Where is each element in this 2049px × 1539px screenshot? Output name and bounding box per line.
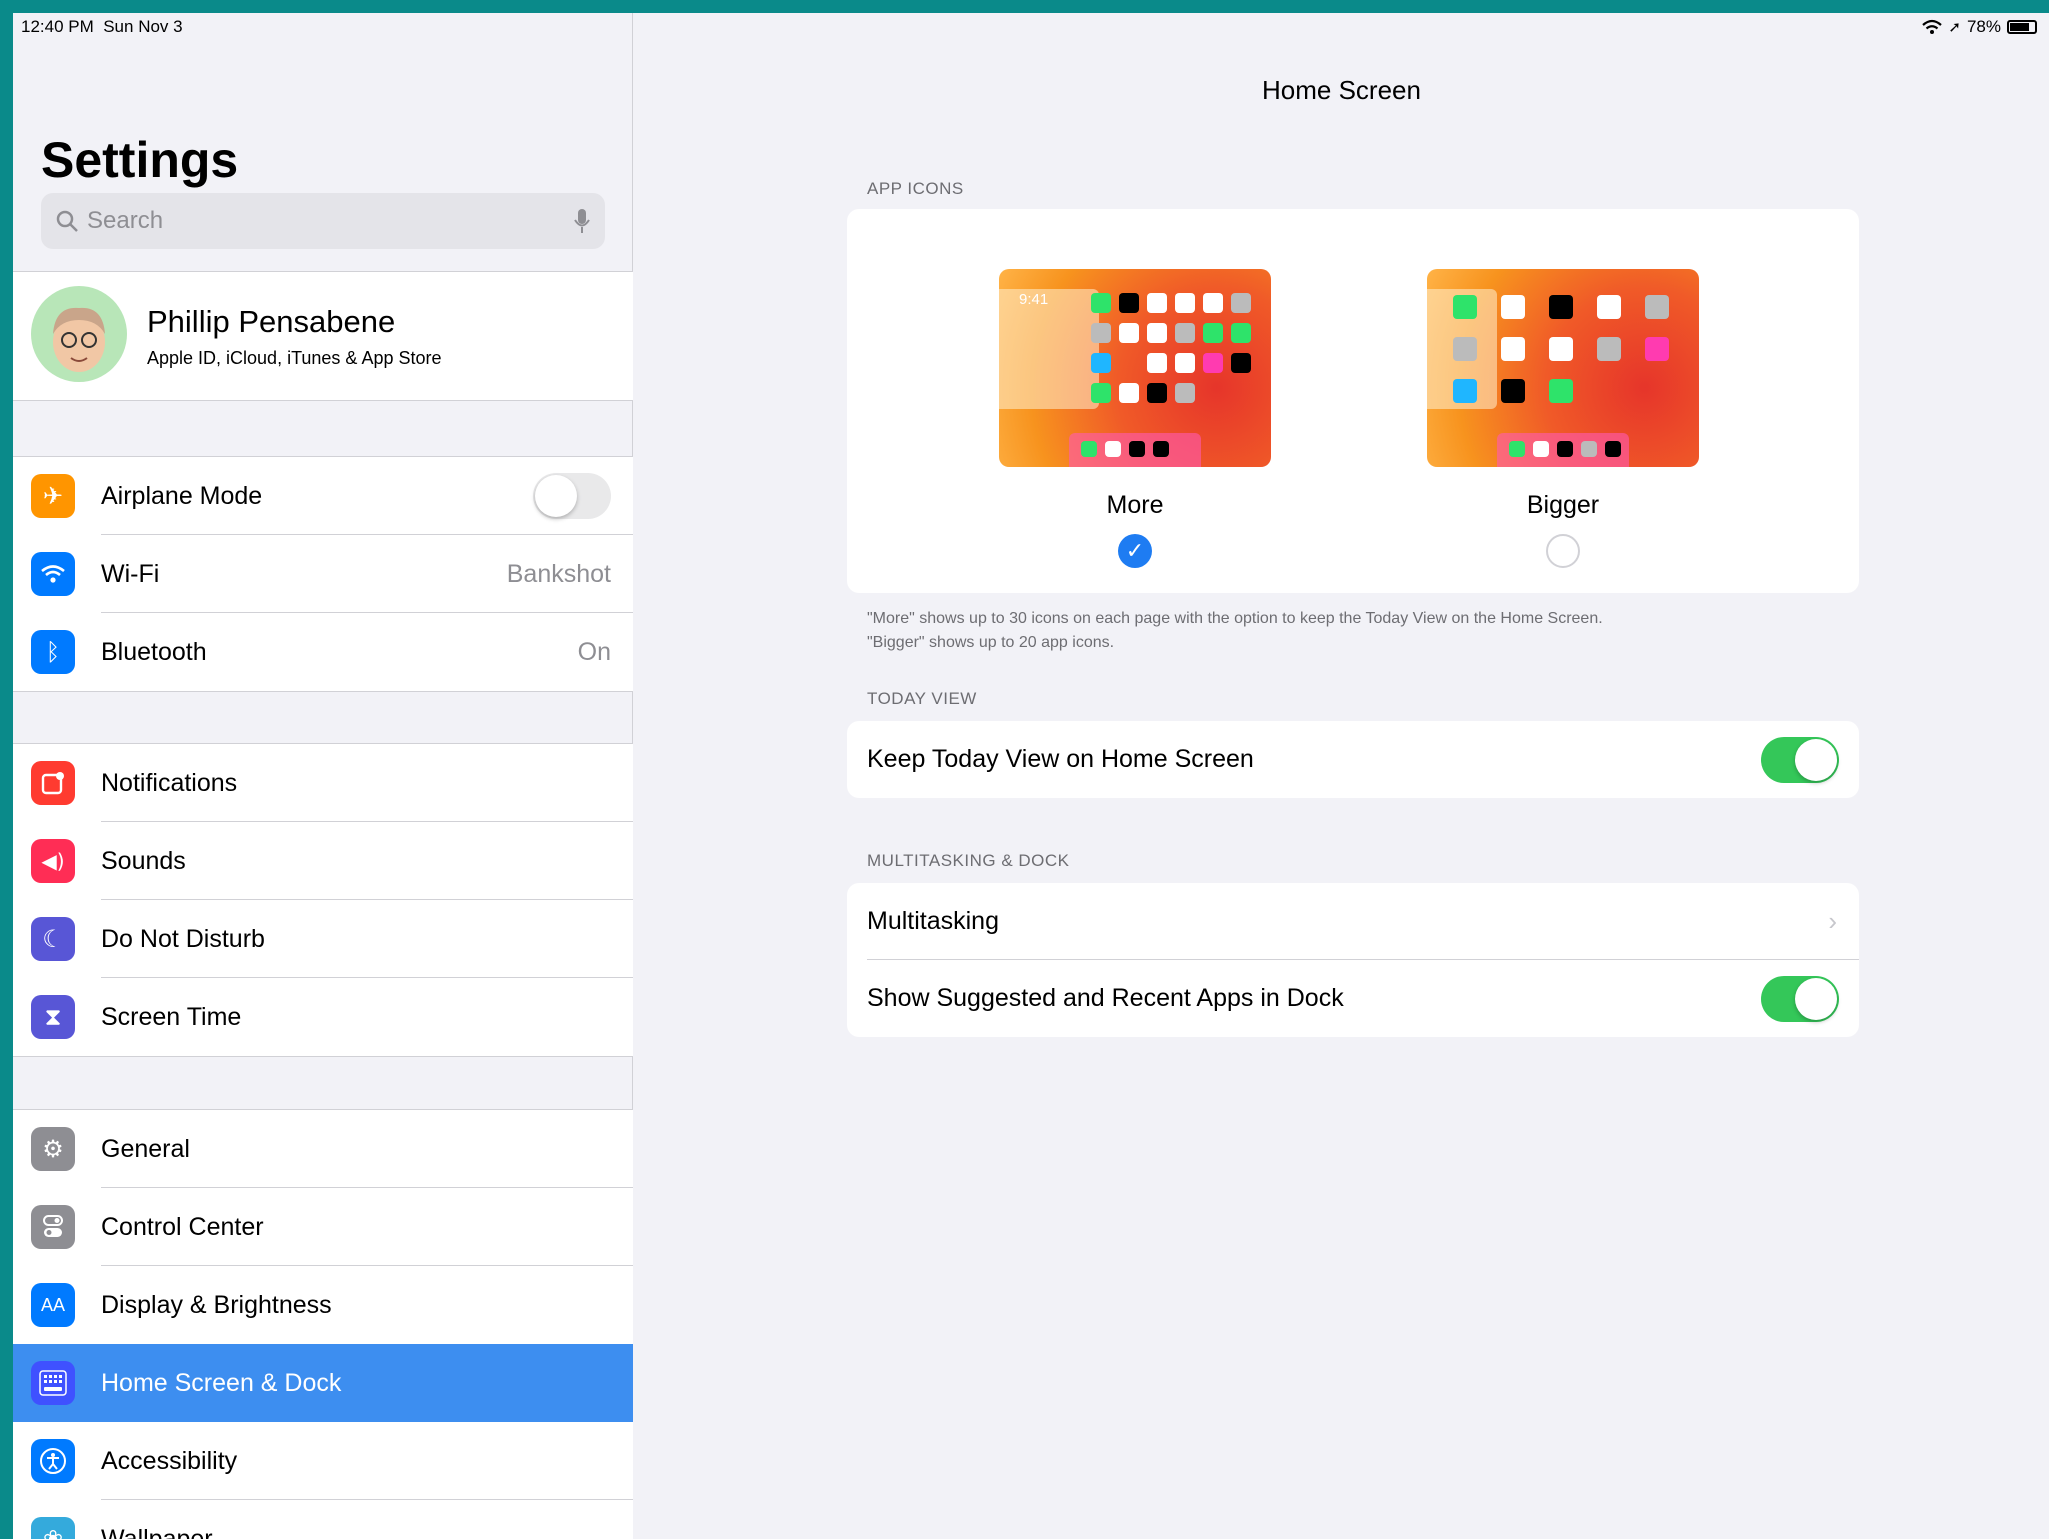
search-placeholder: Search: [87, 207, 164, 234]
display-icon: AA: [31, 1283, 75, 1327]
sidebar-item-label: Bluetooth: [101, 637, 207, 666]
app-icons-footer: "More" shows up to 30 icons on each page…: [867, 610, 1603, 651]
checkmark-icon[interactable]: ✓: [1118, 534, 1152, 568]
sidebar-item-label: Do Not Disturb: [101, 924, 265, 953]
airplane-icon: ✈: [31, 474, 75, 518]
option-more-label: More: [1106, 491, 1164, 519]
multitasking-row[interactable]: Multitasking ›: [847, 883, 1859, 960]
radio-unselected[interactable]: [1546, 534, 1580, 568]
sidebar-item-label: Control Center: [101, 1212, 264, 1241]
search-field[interactable]: Search: [41, 193, 605, 249]
status-time: 12:40 PM Sun Nov 3: [21, 17, 183, 36]
settings-sidebar: 12:40 PM Sun Nov 3 Settings Search Phill…: [13, 13, 633, 1539]
sidebar-item-label: Screen Time: [101, 1002, 242, 1031]
sidebar-item-label: Sounds: [101, 846, 186, 875]
today-view-card: Keep Today View on Home Screen: [847, 721, 1859, 798]
wifi-network-value: Bankshot: [506, 559, 611, 588]
sidebar-item-screen-time[interactable]: ⧗ Screen Time: [13, 978, 633, 1056]
preview-more: 9:41: [999, 269, 1271, 467]
section-header-multitasking: MULTITASKING & DOCK: [867, 851, 1070, 870]
microphone-icon[interactable]: [573, 207, 591, 235]
sidebar-item-sounds[interactable]: ◀︎) Sounds: [13, 822, 633, 900]
gear-icon: ⚙: [31, 1127, 75, 1171]
chevron-right-icon: ›: [1828, 906, 1837, 936]
wifi-icon: [31, 552, 75, 596]
today-view-toggle[interactable]: [1761, 737, 1839, 783]
detail-pane: Home Screen APP ICONS 9:41 More ✓ Bigger…: [634, 13, 2049, 1539]
sidebar-item-notifications[interactable]: Notifications: [13, 744, 633, 822]
general-group: ⚙ General Control Center AA Display & Br…: [13, 1109, 633, 1539]
home-screen-icon: [31, 1361, 75, 1405]
sidebar-title: Settings: [41, 132, 239, 188]
connectivity-group: ✈ Airplane Mode Wi-Fi Bankshot ᛒ Bluetoo…: [13, 456, 633, 692]
wallpaper-icon: ❀: [31, 1517, 75, 1539]
option-bigger[interactable]: Bigger: [1427, 269, 1699, 568]
sidebar-item-label: General: [101, 1134, 190, 1163]
sidebar-item-display-brightness[interactable]: AA Display & Brightness: [13, 1266, 633, 1344]
sidebar-item-general[interactable]: ⚙ General: [13, 1110, 633, 1188]
sidebar-item-label: Wi-Fi: [101, 559, 160, 588]
sidebar-item-airplane-mode[interactable]: ✈ Airplane Mode: [13, 457, 633, 535]
sidebar-item-home-screen-dock[interactable]: Home Screen & Dock: [13, 1344, 633, 1422]
preview-bigger: [1427, 269, 1699, 467]
notifications-group: Notifications ◀︎) Sounds ☾ Do Not Distur…: [13, 743, 633, 1057]
airplane-mode-toggle[interactable]: [533, 473, 611, 519]
sidebar-item-control-center[interactable]: Control Center: [13, 1188, 633, 1266]
sidebar-item-label: Accessibility: [101, 1446, 238, 1475]
sidebar-item-label: Wallpaper: [101, 1524, 213, 1539]
today-view-row: Keep Today View on Home Screen: [847, 721, 1859, 798]
multitasking-label: Multitasking: [867, 907, 999, 935]
suggested-apps-toggle[interactable]: [1761, 976, 1839, 1022]
profile-subtitle: Apple ID, iCloud, iTunes & App Store: [147, 348, 442, 368]
sounds-icon: ◀︎): [31, 839, 75, 883]
sidebar-item-label: Airplane Mode: [101, 481, 263, 510]
bluetooth-value: On: [577, 637, 611, 666]
today-view-label: Keep Today View on Home Screen: [867, 745, 1254, 773]
notifications-icon: [31, 761, 75, 805]
section-header-app-icons: APP ICONS: [867, 179, 964, 198]
sidebar-item-label: Home Screen & Dock: [101, 1368, 342, 1397]
option-more[interactable]: 9:41 More ✓: [999, 269, 1271, 568]
profile-name: Phillip Pensabene: [147, 304, 396, 339]
apple-id-profile[interactable]: Phillip Pensabene Apple ID, iCloud, iTun…: [13, 271, 633, 401]
sidebar-item-bluetooth[interactable]: ᛒ Bluetooth On: [13, 613, 633, 691]
sidebar-item-label: Notifications: [101, 768, 238, 797]
search-icon: [56, 210, 78, 232]
sidebar-item-wifi[interactable]: Wi-Fi Bankshot: [13, 535, 633, 613]
section-header-today-view: TODAY VIEW: [867, 689, 977, 708]
app-icons-card: 9:41 More ✓ Bigger: [847, 209, 1859, 593]
sidebar-item-wallpaper[interactable]: ❀ Wallpaper: [13, 1500, 633, 1539]
moon-icon: ☾: [31, 917, 75, 961]
accessibility-icon: [31, 1439, 75, 1483]
suggested-apps-row: Show Suggested and Recent Apps in Dock: [847, 960, 1859, 1037]
ipad-screen: 12:40 PM Sun Nov 3 Settings Search Phill…: [13, 13, 2049, 1539]
sidebar-item-label: Display & Brightness: [101, 1290, 332, 1319]
option-bigger-label: Bigger: [1526, 491, 1600, 519]
sidebar-item-do-not-disturb[interactable]: ☾ Do Not Disturb: [13, 900, 633, 978]
sidebar-item-accessibility[interactable]: Accessibility: [13, 1422, 633, 1500]
hourglass-icon: ⧗: [31, 995, 75, 1039]
page-title: Home Screen: [1262, 75, 1421, 105]
bluetooth-icon: ᛒ: [31, 630, 75, 674]
control-center-icon: [31, 1205, 75, 1249]
avatar: [31, 286, 127, 382]
multitasking-card: Multitasking › Show Suggested and Recent…: [847, 883, 1859, 1037]
suggested-apps-label: Show Suggested and Recent Apps in Dock: [867, 984, 1344, 1012]
